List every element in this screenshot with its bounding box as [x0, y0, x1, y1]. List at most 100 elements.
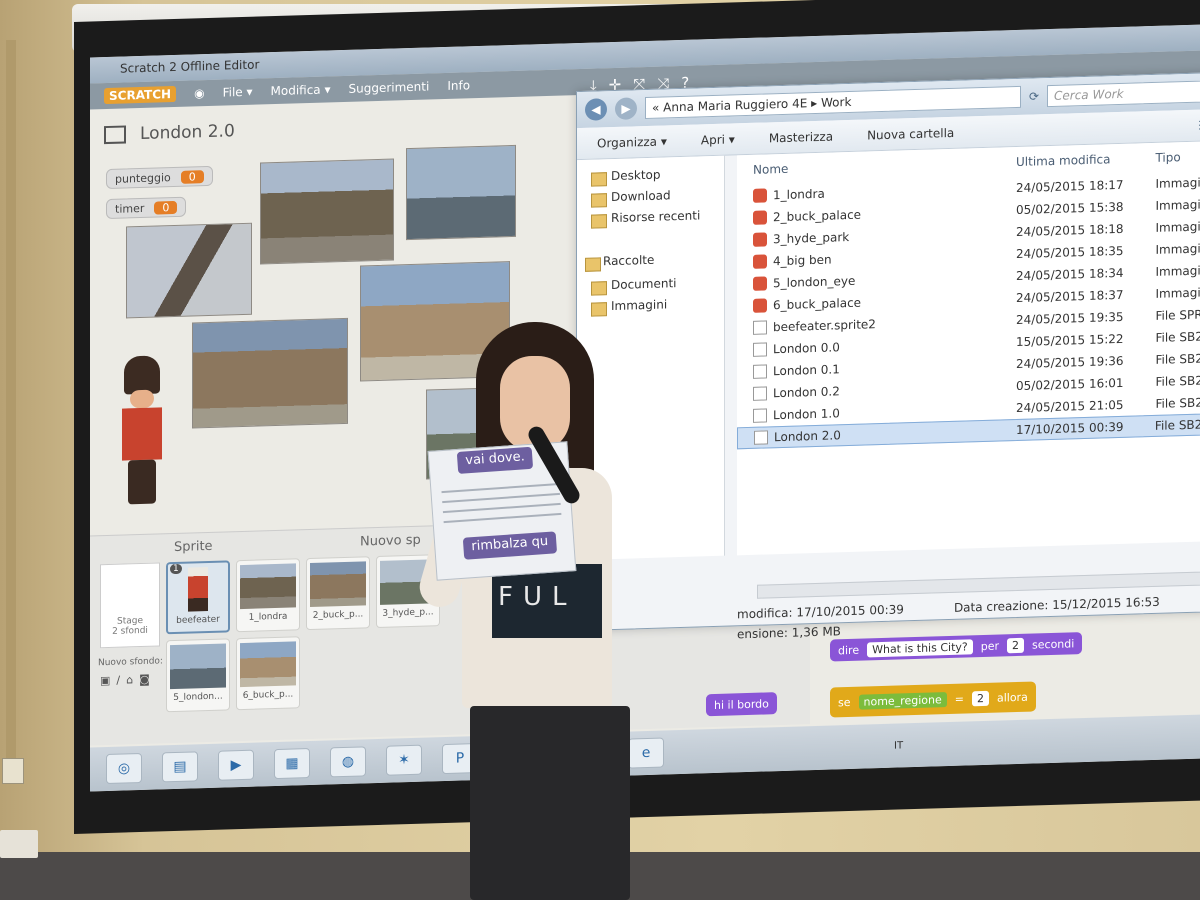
- paper-block-bounce: rimbalza qu: [462, 531, 557, 560]
- sprite-number: 1: [170, 563, 182, 575]
- file-name: 2_buck_palace: [773, 207, 862, 225]
- document-file-icon: [753, 320, 767, 335]
- forward-arrow-icon[interactable]: ▶: [615, 97, 637, 120]
- edge-block[interactable]: hi il bordo: [706, 692, 777, 717]
- menu-tips[interactable]: Suggerimenti: [349, 79, 430, 95]
- media-player-icon[interactable]: ▶: [218, 749, 254, 781]
- for-word: per: [980, 639, 1000, 653]
- language-indicator[interactable]: IT: [894, 740, 903, 751]
- chrome-icon[interactable]: ◍: [330, 746, 366, 778]
- address-field[interactable]: « Anna Maria Ruggiero 4E ▸ Work: [645, 85, 1021, 120]
- variable-name: timer: [115, 201, 145, 216]
- file-name-cell: London 2.0: [738, 423, 1016, 445]
- upload-icon[interactable]: ⌂: [126, 673, 133, 686]
- seconds-input[interactable]: 2: [1007, 637, 1025, 653]
- sprite-thumb-image: [170, 643, 226, 690]
- file-name: London 0.2: [773, 384, 840, 401]
- file-name: 1_londra: [773, 186, 825, 203]
- file-date: 15/05/2015 15:22: [1016, 331, 1124, 350]
- image-file-icon: [753, 210, 767, 225]
- project-title[interactable]: London 2.0: [140, 121, 235, 144]
- column-date[interactable]: Ultima modifica: [1016, 151, 1155, 169]
- file-type: Immagine PNG: [1155, 240, 1200, 257]
- organize-button[interactable]: Organizza ▾: [597, 134, 667, 150]
- scratch-file-icon: [753, 408, 767, 423]
- beefeater-sprite[interactable]: [118, 355, 166, 506]
- camera-icon[interactable]: ◙: [139, 673, 150, 686]
- address-folder-parent[interactable]: Anna Maria Ruggiero 4E: [663, 96, 807, 114]
- windows-start-icon[interactable]: ◎: [106, 752, 142, 785]
- file-explorer-icon[interactable]: ▤: [162, 751, 198, 783]
- sprite-thumb[interactable]: 6_buck_p...: [236, 636, 300, 711]
- image-file-icon: [753, 254, 767, 269]
- brush-icon[interactable]: /: [116, 674, 120, 687]
- sprite-thumb[interactable]: 1_londra: [236, 558, 300, 633]
- address-separator: ▸: [811, 95, 818, 111]
- new-sprite-label: Nuovo sp: [360, 532, 421, 550]
- scratch-icon[interactable]: ✶: [386, 744, 422, 776]
- nav-recent[interactable]: Risorse recenti: [577, 208, 724, 233]
- paint-backdrop-icon[interactable]: ▣: [100, 674, 110, 687]
- paper-block-go: vai dove.: [456, 446, 534, 474]
- file-type: Immagine PNG: [1155, 174, 1200, 191]
- sprite-thumb[interactable]: 5_london...: [166, 638, 230, 713]
- sprite-name: 5_london...: [173, 691, 223, 704]
- address-folder-current[interactable]: Work: [821, 95, 851, 110]
- buckingham-palace-front-image[interactable]: [192, 317, 348, 429]
- file-date: 24/05/2015 18:18: [1016, 221, 1124, 240]
- open-button[interactable]: Apri ▾: [701, 132, 735, 147]
- horizontal-scrollbar[interactable]: [757, 569, 1200, 599]
- file-type: Immagine JPEG: [1155, 196, 1200, 213]
- wall-pipe: [6, 40, 16, 760]
- sprite-name: 2_buck_p...: [312, 609, 364, 621]
- backdrop-tools: ▣ / ⌂ ◙: [100, 673, 150, 687]
- paper-line: [443, 512, 562, 524]
- file-name: London 0.0: [773, 340, 840, 357]
- region-variable[interactable]: nome_regione: [858, 691, 947, 710]
- file-date: 24/05/2015 18:17: [1016, 177, 1124, 196]
- fullscreen-icon[interactable]: [104, 125, 126, 145]
- globe-icon[interactable]: ◉: [194, 86, 204, 100]
- file-name: beefeater.sprite2: [773, 317, 876, 335]
- sprite-header: Sprite: [174, 538, 213, 556]
- menu-edit[interactable]: Modifica ▾: [271, 82, 331, 98]
- file-date: 17/10/2015 00:39: [1015, 419, 1124, 438]
- sprite-thumb-image: [240, 641, 296, 688]
- new-folder-button[interactable]: Nuova cartella: [867, 125, 954, 142]
- file-date: 24/05/2015 19:36: [1016, 353, 1124, 372]
- sprite-thumb[interactable]: 1 beefeater: [166, 560, 230, 635]
- stage-backdrop-count: 2 sfondi: [112, 625, 148, 637]
- refresh-icon[interactable]: ⟳: [1029, 89, 1039, 103]
- windows-store-icon[interactable]: ▦: [274, 747, 310, 780]
- size-value: 1,36 MB: [791, 624, 841, 640]
- column-name[interactable]: Nome: [737, 155, 1016, 177]
- created-value: 15/12/2015 16:53: [1052, 594, 1160, 612]
- scratch-logo[interactable]: SCRATCH: [104, 85, 177, 105]
- menu-file[interactable]: File ▾: [223, 85, 253, 100]
- london-eye-image[interactable]: [406, 144, 516, 241]
- back-arrow-icon[interactable]: ◀: [585, 98, 607, 121]
- burn-button[interactable]: Masterizza: [769, 129, 833, 145]
- sprite-thumb[interactable]: 2_buck_p...: [306, 556, 370, 631]
- sprite-name: 6_buck_p...: [242, 689, 294, 701]
- file-date: 24/05/2015 18:34: [1016, 265, 1124, 284]
- compare-value-input[interactable]: 2: [971, 690, 989, 706]
- say-text-input[interactable]: What is this City?: [867, 638, 973, 657]
- parliament-image[interactable]: [260, 158, 394, 265]
- big-ben-image[interactable]: [126, 222, 252, 319]
- variable-monitor: timer 0: [106, 196, 187, 220]
- variable-monitor: punteggio 0: [106, 165, 213, 190]
- edge-block-text: hi il bordo: [714, 696, 769, 712]
- search-input[interactable]: Cerca Work: [1047, 78, 1200, 108]
- file-type: File SPRITE2: [1155, 306, 1200, 323]
- file-date: 24/05/2015 21:05: [1016, 397, 1124, 416]
- if-block[interactable]: se nome_regione = 2 allora: [830, 681, 1036, 718]
- scratch-file-icon: [753, 364, 767, 379]
- menu-about[interactable]: Info: [447, 78, 470, 93]
- scratch-file-icon: [753, 386, 767, 401]
- column-type[interactable]: Tipo: [1155, 147, 1200, 165]
- file-rows: 1_londra 24/05/2015 18:17 Immagine PNG 2_bu…: [737, 169, 1200, 450]
- stage-thumbnail[interactable]: Stage 2 sfondi: [100, 562, 160, 649]
- details-pane: modifica: 17/10/2015 00:39 Data creazion…: [737, 595, 1160, 642]
- file-type: Immagine PNG: [1155, 262, 1200, 279]
